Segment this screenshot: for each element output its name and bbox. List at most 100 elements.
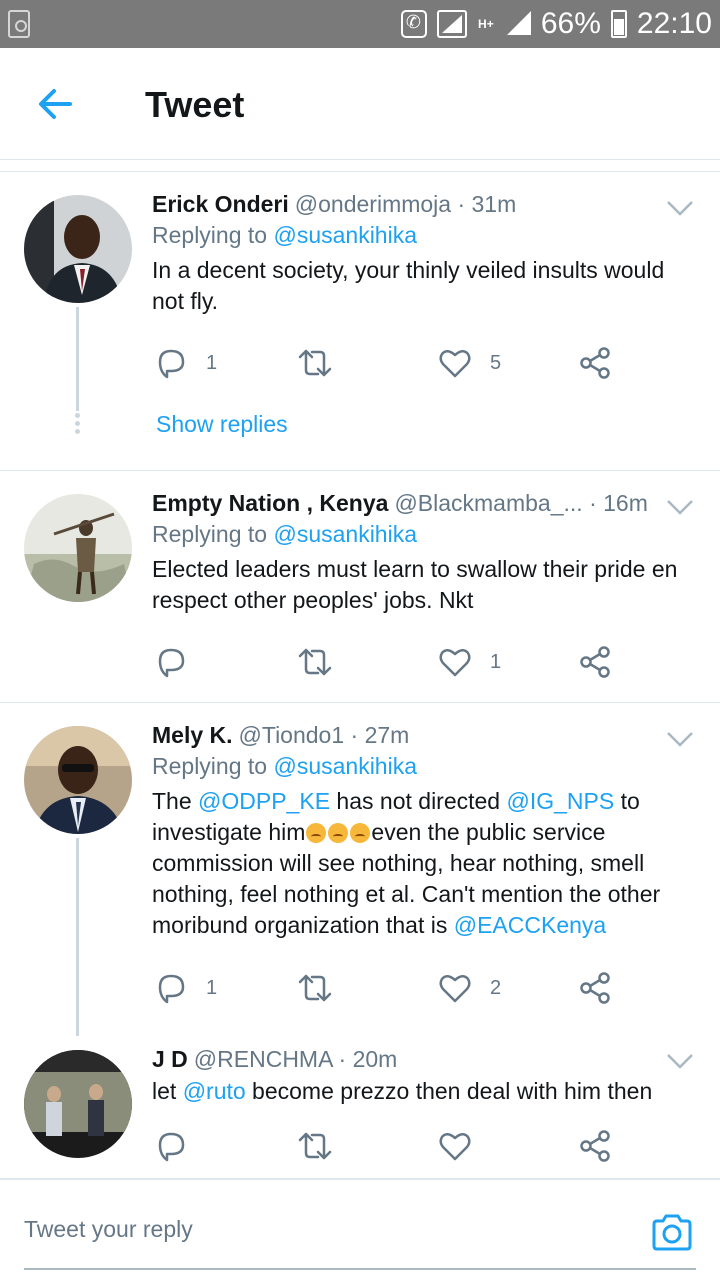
divider <box>0 160 720 172</box>
mention-link[interactable]: @ODPP_KE <box>198 788 330 814</box>
battery-icon <box>610 10 627 38</box>
thread-connector <box>76 838 79 1046</box>
persevering-face-emoji <box>350 823 371 843</box>
mention-link[interactable]: @susankihika <box>273 753 417 779</box>
tweet-item[interactable]: J D @RENCHMA · 20m let @ruto become prezz… <box>0 1036 720 1176</box>
tweet-item[interactable]: Mely K. @Tiondo1 · 27m Replying to @susan… <box>0 704 720 1046</box>
share-icon <box>580 646 610 678</box>
replying-to: Replying to @susankihika <box>152 750 700 782</box>
tweet-item[interactable]: Empty Nation , Kenya @Blackmamba_... · 16… <box>0 472 720 703</box>
retweet-icon <box>298 974 332 1002</box>
tweet-actions: 1 <box>152 642 622 682</box>
replying-to: Replying to @susankihika <box>152 219 700 251</box>
retweet-icon <box>298 349 332 377</box>
avatar[interactable] <box>24 726 132 834</box>
reply-icon <box>158 648 185 678</box>
tweet-header: Mely K. @Tiondo1 · 27m <box>152 720 700 750</box>
app-header: Tweet <box>0 48 720 160</box>
user-name[interactable]: Mely K. <box>152 722 233 748</box>
heart-icon <box>439 1133 471 1161</box>
user-handle: @onderimmoja <box>294 191 452 217</box>
reply-button[interactable]: 1 <box>154 343 217 383</box>
text-segment: become prezzo then deal with him then <box>245 1078 653 1104</box>
replying-to-label: Replying to <box>152 222 274 248</box>
cell-signal-icon <box>505 11 531 37</box>
mention-link[interactable]: @EACCKenya <box>454 912 606 938</box>
show-replies-link[interactable]: Show replies <box>156 411 288 438</box>
wifi-calling-icon <box>400 10 427 38</box>
like-count: 5 <box>490 351 502 374</box>
status-bar: H+ 66% 22:10 <box>0 0 720 48</box>
like-button[interactable] <box>438 1126 472 1166</box>
retweet-icon <box>298 648 332 676</box>
retweet-icon <box>298 1132 332 1160</box>
like-count: 2 <box>490 976 502 999</box>
reply-icon <box>158 974 185 1004</box>
text-segment: has not directed <box>330 788 507 814</box>
like-count: 1 <box>490 650 502 673</box>
text-segment: let <box>152 1078 183 1104</box>
user-handle: @RENCHMA <box>193 1046 333 1072</box>
tweet-item[interactable]: Erick Onderi @onderimmoja · 31m Replying … <box>0 173 720 471</box>
share-button[interactable] <box>578 968 612 1008</box>
user-name[interactable]: Empty Nation , Kenya <box>152 490 388 516</box>
share-icon <box>580 347 610 379</box>
persevering-face-emoji <box>328 823 349 843</box>
reply-button[interactable] <box>154 642 188 682</box>
user-handle: @Tiondo1 <box>238 722 345 748</box>
reply-composer <box>0 1178 720 1280</box>
thread-dots <box>74 413 81 437</box>
retweet-button[interactable] <box>296 343 334 383</box>
network-type: H+ <box>478 17 494 31</box>
tweet-text: let @ruto become prezzo then deal with h… <box>152 1076 700 1107</box>
tweet-actions: 1 2 <box>152 968 622 1008</box>
share-icon <box>580 1130 610 1162</box>
tweet-text: In a decent society, your thinly veiled … <box>152 257 665 314</box>
user-name[interactable]: Erick Onderi <box>152 191 289 217</box>
heart-icon <box>439 649 471 677</box>
recycle-notification-icon <box>8 10 30 38</box>
user-name[interactable]: J D <box>152 1046 188 1072</box>
camera-icon <box>652 1214 692 1251</box>
share-button[interactable] <box>578 642 612 682</box>
camera-button[interactable] <box>650 1212 694 1252</box>
share-icon <box>580 972 610 1004</box>
heart-icon <box>439 975 471 1003</box>
reply-icon <box>158 349 185 379</box>
mention-link[interactable]: @susankihika <box>273 222 417 248</box>
avatar[interactable] <box>24 195 132 303</box>
replying-to: Replying to @susankihika <box>152 518 700 550</box>
text-segment: The <box>152 788 199 814</box>
battery-percent: 66% <box>540 7 601 40</box>
like-button[interactable]: 1 <box>438 642 501 682</box>
retweet-button[interactable] <box>296 1126 334 1166</box>
like-button[interactable]: 2 <box>438 968 501 1008</box>
mention-link[interactable]: @susankihika <box>273 521 417 547</box>
like-button[interactable]: 5 <box>438 343 501 383</box>
page-title: Tweet <box>145 84 245 125</box>
share-button[interactable] <box>578 1126 612 1166</box>
reply-button[interactable] <box>154 1126 188 1166</box>
back-button[interactable] <box>30 78 82 130</box>
mention-link[interactable]: @ruto <box>183 1078 246 1104</box>
reply-icon <box>158 1132 185 1162</box>
avatar[interactable] <box>24 494 132 602</box>
clock: 22:10 <box>636 7 712 40</box>
tweet-text: Elected leaders must learn to swallow th… <box>152 556 678 613</box>
reply-input[interactable] <box>24 1216 584 1243</box>
avatar[interactable] <box>24 1050 132 1158</box>
tweet-header: Empty Nation , Kenya @Blackmamba_... · 16… <box>152 488 700 518</box>
user-handle: @Blackmamba_... <box>394 490 583 516</box>
retweet-button[interactable] <box>296 968 334 1008</box>
tweet-header: J D @RENCHMA · 20m <box>152 1044 700 1074</box>
reply-button[interactable]: 1 <box>154 968 217 1008</box>
tweet-time: · 31m <box>457 191 517 217</box>
replying-to-label: Replying to <box>152 521 274 547</box>
retweet-button[interactable] <box>296 642 334 682</box>
reply-count: 1 <box>206 351 218 374</box>
arrow-left-icon <box>39 89 72 119</box>
thread-connector <box>76 307 79 411</box>
mention-link[interactable]: @IG_NPS <box>507 788 615 814</box>
tweet-actions: 1 5 <box>152 343 622 383</box>
share-button[interactable] <box>578 343 612 383</box>
